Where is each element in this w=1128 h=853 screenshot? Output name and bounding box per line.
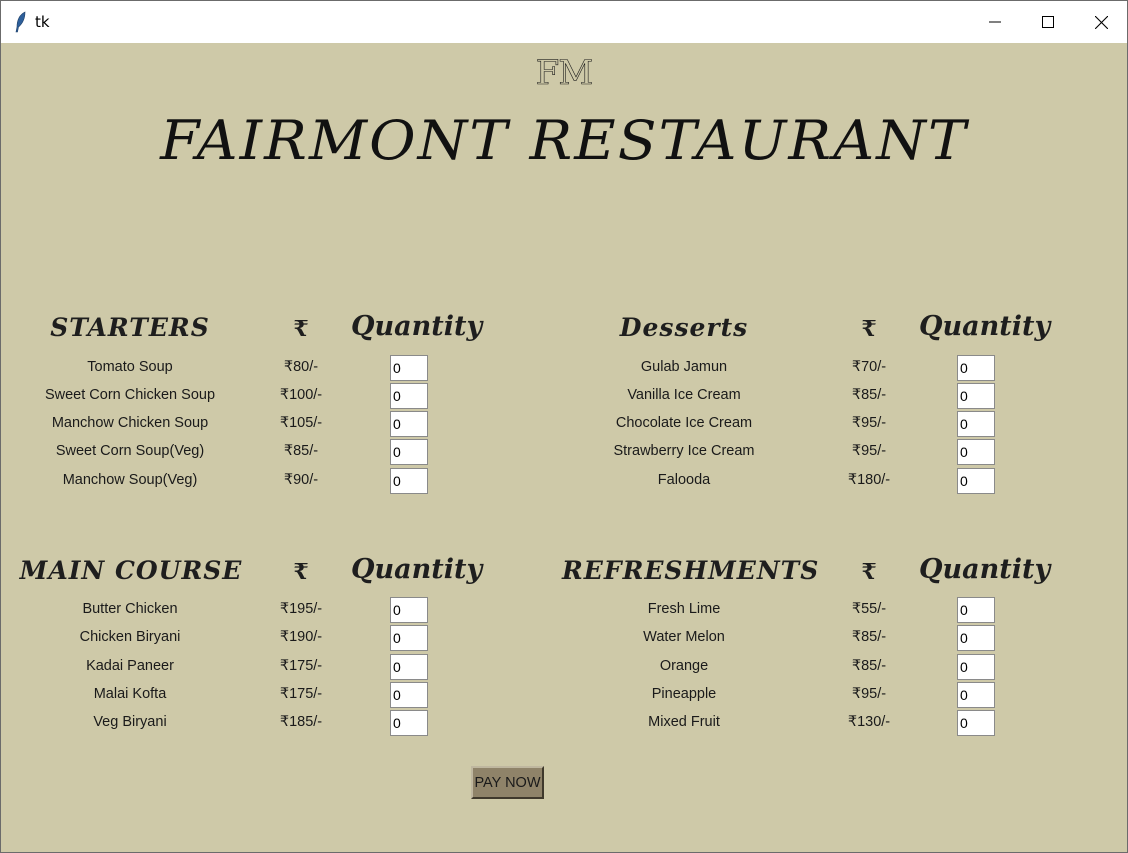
- window-title: tk: [35, 13, 50, 31]
- minimize-button[interactable]: [969, 1, 1021, 43]
- starters-rupee-heading: ₹: [293, 316, 309, 342]
- main-course-item-qty-input[interactable]: [390, 625, 428, 651]
- refreshments-item-name: Water Melon: [643, 629, 725, 645]
- desserts-item-name: Strawberry Ice Cream: [613, 443, 755, 459]
- app-window: tk FM FAIRMONT RESTAURANT STARTERS ₹ Qua…: [0, 0, 1128, 853]
- refreshments-item-price: ₹85/-: [851, 629, 887, 645]
- desserts-item-price: ₹95/-: [851, 415, 887, 431]
- starters-item-name: Sweet Corn Chicken Soup: [44, 387, 216, 403]
- starters-item-name: Manchow Soup(Veg): [62, 472, 198, 488]
- main-course-quantity-heading: Quantity: [351, 554, 483, 585]
- close-icon: [1094, 15, 1108, 29]
- desserts-item-qty-input[interactable]: [957, 411, 995, 437]
- pay-now-button[interactable]: PAY NOW: [471, 766, 544, 799]
- starters-item-price: ₹105/-: [279, 415, 323, 431]
- starters-item-price: ₹100/-: [279, 387, 323, 403]
- main-course-item-name: Kadai Paneer: [86, 658, 174, 674]
- main-course-item-qty-input[interactable]: [390, 682, 428, 708]
- starters-item-price: ₹90/-: [283, 472, 319, 488]
- main-course-item-name: Butter Chicken: [82, 601, 178, 617]
- desserts-item-qty-input[interactable]: [957, 468, 995, 494]
- main-course-item-name: Malai Kofta: [93, 686, 167, 702]
- desserts-item-price: ₹180/-: [847, 472, 891, 488]
- desserts-item-price: ₹95/-: [851, 443, 887, 459]
- refreshments-item-name: Orange: [659, 658, 709, 674]
- starters-item-qty-input[interactable]: [390, 383, 428, 409]
- menu-canvas: FM FAIRMONT RESTAURANT STARTERS ₹ Quanti…: [2, 43, 1126, 851]
- refreshments-item-name: Pineapple: [651, 686, 717, 702]
- desserts-item-qty-input[interactable]: [957, 355, 995, 381]
- restaurant-title: FAIRMONT RESTAURANT: [160, 109, 968, 172]
- refreshments-item-name: Mixed Fruit: [648, 714, 720, 730]
- refreshments-item-name: Fresh Lime: [647, 601, 721, 617]
- starters-quantity-heading: Quantity: [351, 311, 483, 342]
- refreshments-item-price: ₹85/-: [851, 658, 887, 674]
- main-course-item-price: ₹185/-: [279, 714, 323, 730]
- starters-item-name: Sweet Corn Soup(Veg): [55, 443, 205, 459]
- refreshments-item-price: ₹95/-: [851, 686, 887, 702]
- minimize-icon: [989, 21, 1001, 23]
- refreshments-item-price: ₹130/-: [847, 714, 891, 730]
- refreshments-item-price: ₹55/-: [851, 601, 887, 617]
- desserts-quantity-heading: Quantity: [919, 311, 1051, 342]
- main-course-item-qty-input[interactable]: [390, 654, 428, 680]
- refreshments-item-qty-input[interactable]: [957, 625, 995, 651]
- starters-item-qty-input[interactable]: [390, 355, 428, 381]
- main-course-item-price: ₹175/-: [279, 658, 323, 674]
- refreshments-rupee-heading: ₹: [861, 559, 877, 585]
- main-course-rupee-heading: ₹: [293, 559, 309, 585]
- desserts-item-name: Vanilla Ice Cream: [627, 387, 741, 403]
- desserts-rupee-heading: ₹: [861, 316, 877, 342]
- feather-icon: [15, 11, 26, 33]
- refreshments-heading: REFRESHMENTS: [562, 556, 820, 585]
- desserts-item-qty-input[interactable]: [957, 439, 995, 465]
- title-bar[interactable]: tk: [1, 1, 1127, 43]
- starters-item-qty-input[interactable]: [390, 468, 428, 494]
- starters-item-qty-input[interactable]: [390, 439, 428, 465]
- main-course-item-price: ₹190/-: [279, 629, 323, 645]
- starters-item-price: ₹85/-: [283, 443, 319, 459]
- close-button[interactable]: [1075, 1, 1127, 43]
- desserts-item-name: Gulab Jamun: [640, 359, 728, 375]
- desserts-item-price: ₹70/-: [851, 359, 887, 375]
- maximize-button[interactable]: [1022, 1, 1074, 43]
- refreshments-item-qty-input[interactable]: [957, 710, 995, 736]
- refreshments-item-qty-input[interactable]: [957, 597, 995, 623]
- maximize-icon: [1042, 16, 1054, 28]
- refreshments-quantity-heading: Quantity: [919, 554, 1051, 585]
- main-course-item-name: Chicken Biryani: [79, 629, 181, 645]
- desserts-item-name: Falooda: [657, 472, 711, 488]
- refreshments-item-qty-input[interactable]: [957, 654, 995, 680]
- starters-item-qty-input[interactable]: [390, 411, 428, 437]
- starters-heading: STARTERS: [50, 313, 210, 342]
- main-course-item-qty-input[interactable]: [390, 710, 428, 736]
- desserts-item-price: ₹85/-: [851, 387, 887, 403]
- main-course-item-name: Veg Biryani: [93, 714, 167, 730]
- starters-item-name: Manchow Chicken Soup: [51, 415, 209, 431]
- desserts-item-name: Chocolate Ice Cream: [615, 415, 753, 431]
- main-course-item-qty-input[interactable]: [390, 597, 428, 623]
- main-course-item-price: ₹195/-: [279, 601, 323, 617]
- starters-item-price: ₹80/-: [283, 359, 319, 375]
- starters-item-name: Tomato Soup: [87, 359, 173, 375]
- desserts-item-qty-input[interactable]: [957, 383, 995, 409]
- main-course-item-price: ₹175/-: [279, 686, 323, 702]
- desserts-heading: Desserts: [619, 313, 749, 342]
- refreshments-item-qty-input[interactable]: [957, 682, 995, 708]
- main-course-heading: MAIN COURSE: [19, 556, 243, 585]
- restaurant-logo: FM: [535, 53, 593, 94]
